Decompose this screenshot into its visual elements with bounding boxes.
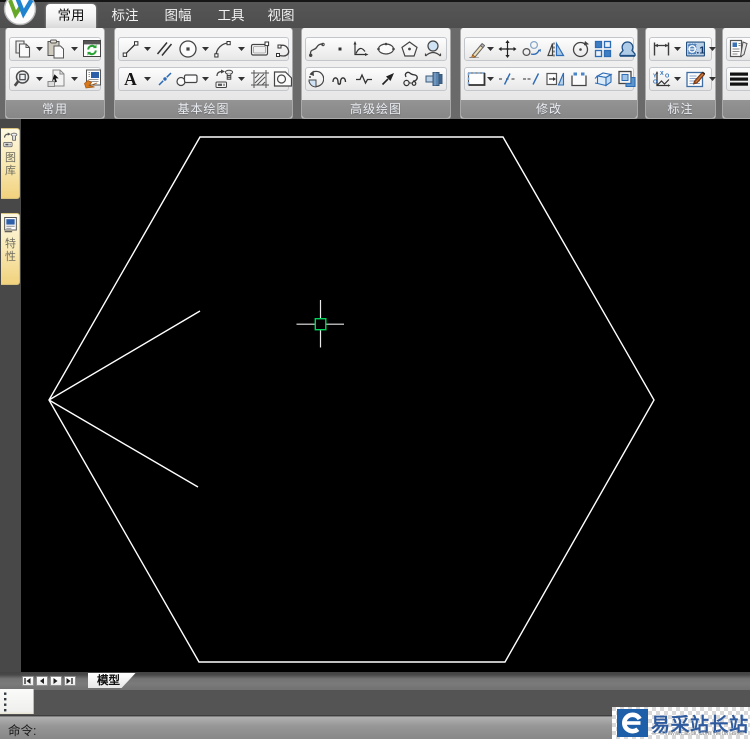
svg-text:A: A bbox=[124, 70, 137, 88]
svg-text:.1: .1 bbox=[696, 45, 705, 57]
svg-text:O: O bbox=[653, 80, 658, 86]
svg-text:X: X bbox=[660, 71, 664, 77]
svg-text:O: O bbox=[665, 74, 670, 80]
